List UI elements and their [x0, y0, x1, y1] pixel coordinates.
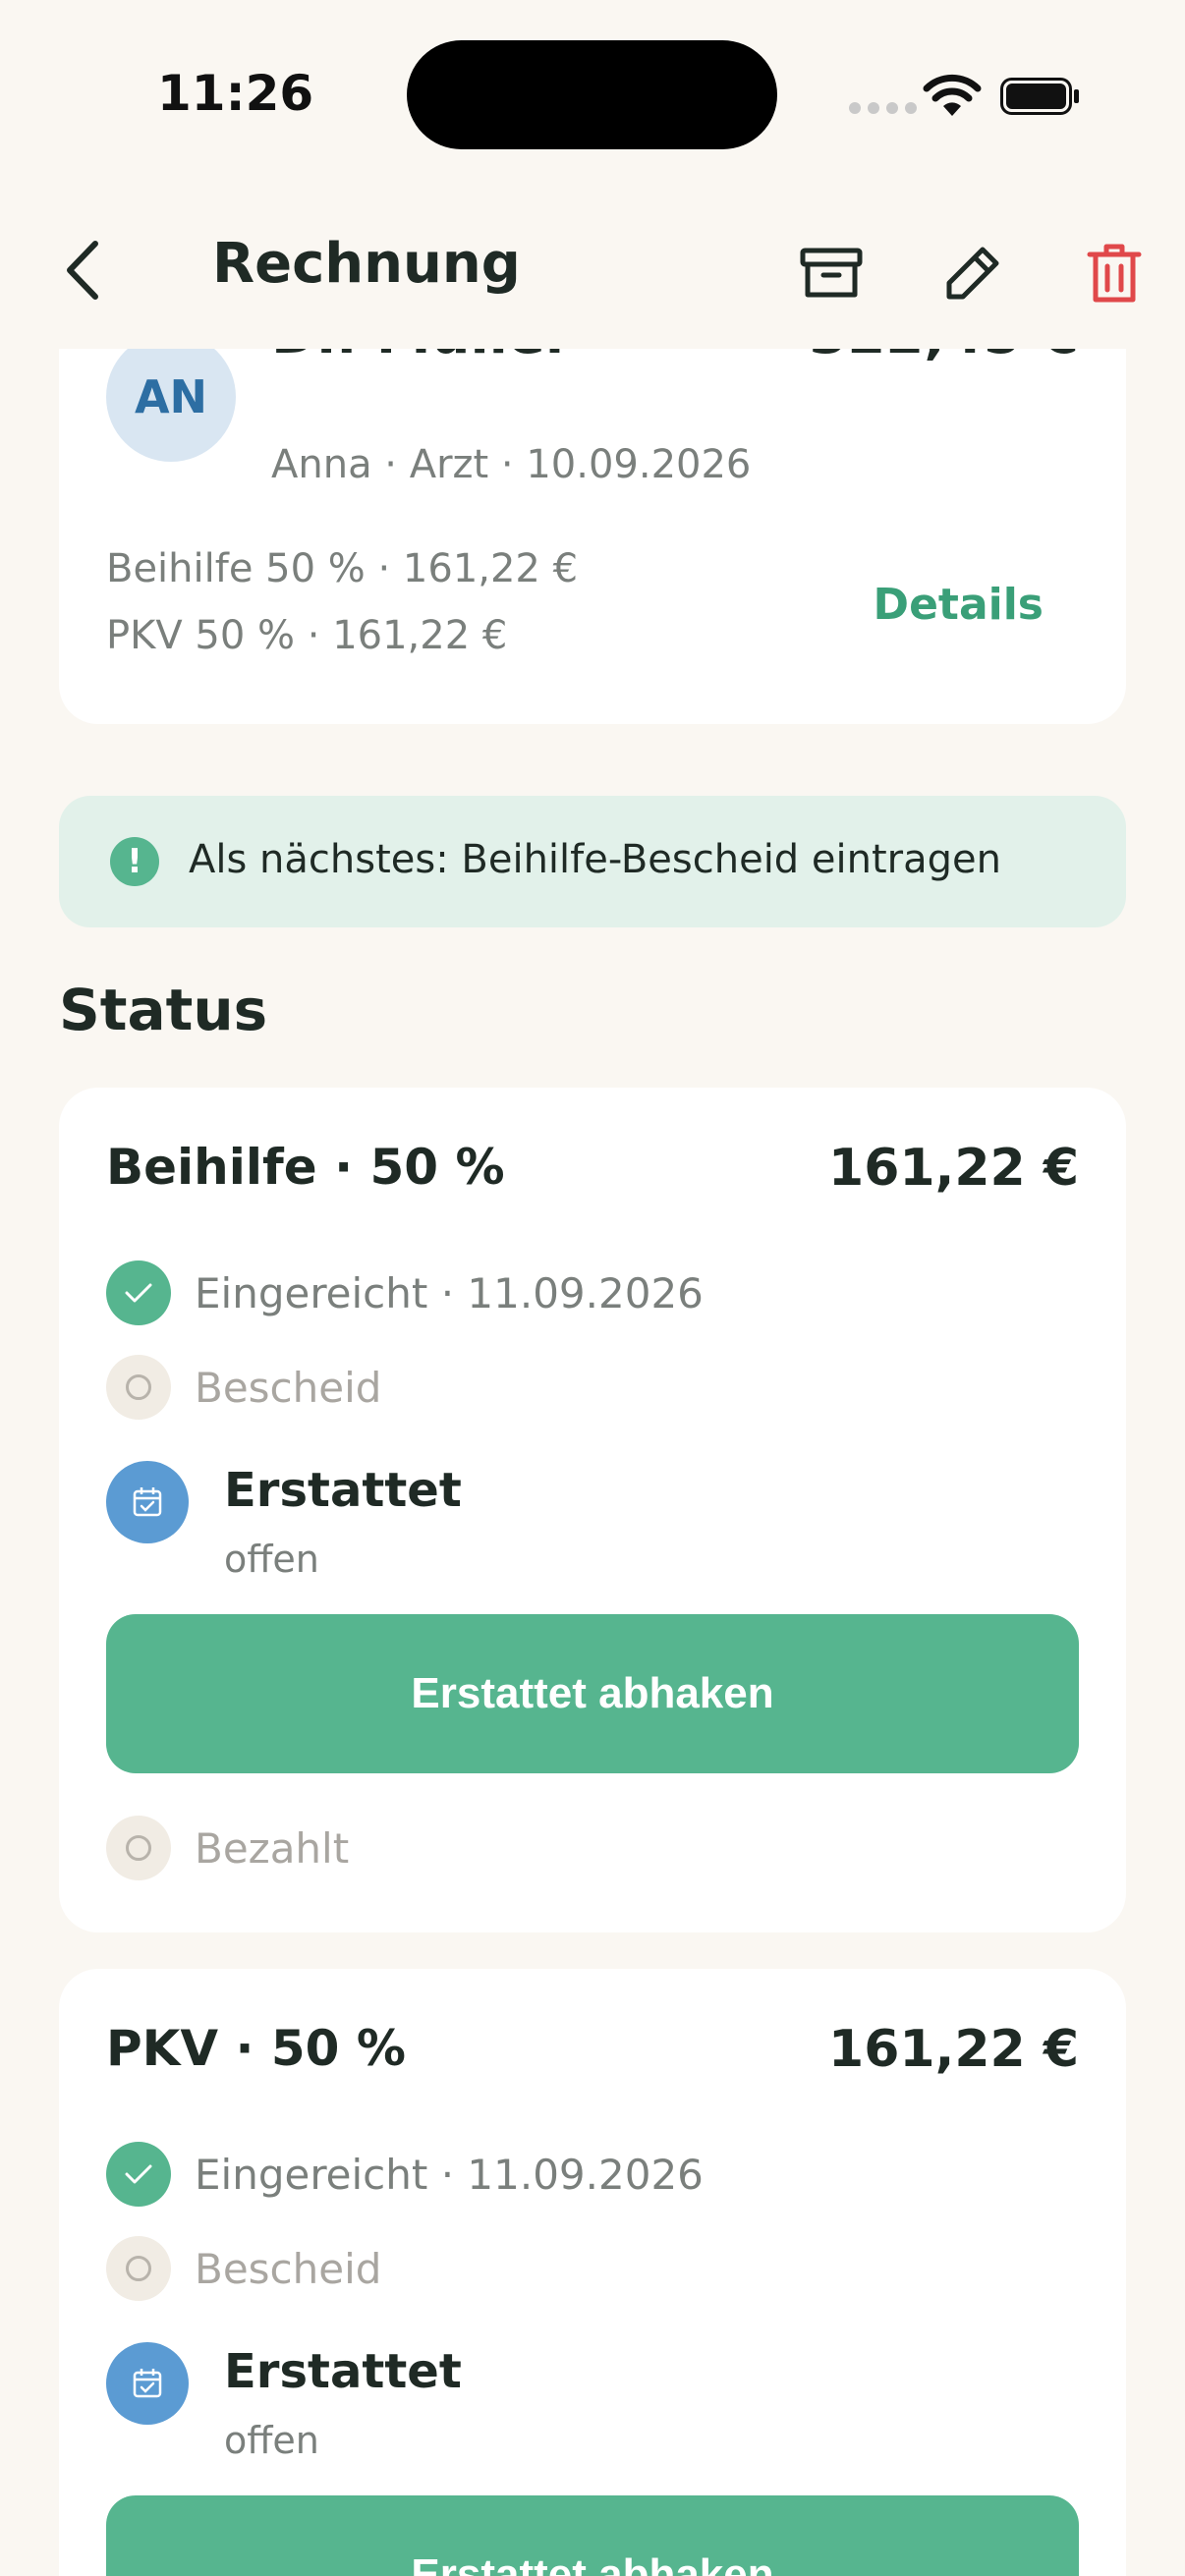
next-step-hint: ! Als nächstes: Beihilfe-Bescheid eintra… [59, 796, 1126, 927]
step-decision: Bescheid [106, 1355, 381, 1420]
exclamation-icon: ! [110, 837, 159, 886]
back-button[interactable] [54, 231, 109, 309]
party-title: PKV · 50 % [106, 2020, 406, 2077]
check-icon [106, 2142, 171, 2207]
invoice-card: AN Dr. Müller 322,45 € Anna · Arzt · 10.… [59, 295, 1126, 724]
avatar: AN [106, 332, 236, 462]
chevron-left-icon [67, 241, 98, 300]
clock: 11:26 [157, 65, 314, 122]
details-link[interactable]: Details [874, 580, 1044, 630]
cellular-signal-icon [849, 102, 917, 114]
step-submitted-label: Eingereicht · 11.09.2026 [195, 2150, 704, 2199]
party-amount: 161,22 € [828, 1139, 1079, 1198]
current-step-title: Erstattet [224, 1463, 462, 1518]
hint-text: Als nächstes: Beihilfe-Bescheid eintrage… [189, 837, 1001, 882]
split-beihilfe: Beihilfe 50 % · 161,22 € [106, 546, 579, 591]
check-icon [106, 1260, 171, 1325]
dynamic-island [407, 40, 777, 149]
invoice-meta: Anna · Arzt · 10.09.2026 [271, 442, 752, 487]
nav-bar: Rechnung [0, 187, 1185, 349]
edit-button[interactable] [933, 234, 1012, 312]
empty-circle-icon [106, 2236, 171, 2301]
step-decision-label: Bescheid [195, 1363, 382, 1412]
wifi-icon [923, 74, 982, 116]
archive-icon [800, 248, 863, 298]
step-paid: Bezahlt [106, 1816, 349, 1880]
delete-button[interactable] [1075, 234, 1154, 312]
trash-icon [1087, 244, 1142, 303]
archive-button[interactable] [792, 234, 871, 312]
split-pkv: PKV 50 % · 161,22 € [106, 613, 508, 658]
page-title: Rechnung [212, 232, 521, 296]
beihilfe-status-card: Beihilfe · 50 % 161,22 € Eingereicht · 1… [59, 1088, 1126, 1932]
step-paid-label: Bezahlt [195, 1823, 350, 1873]
step-submitted-label: Eingereicht · 11.09.2026 [195, 1268, 704, 1317]
current-step-title: Erstattet [224, 2344, 462, 2399]
empty-circle-icon [106, 1355, 171, 1420]
pencil-icon [946, 247, 999, 300]
status-section-title: Status [59, 977, 268, 1043]
current-step-status: offen [224, 1538, 319, 1581]
battery-icon [1000, 78, 1079, 115]
step-decision-label: Bescheid [195, 2244, 382, 2293]
party-amount: 161,22 € [828, 2020, 1079, 2079]
party-title: Beihilfe · 50 % [106, 1139, 505, 1196]
step-decision: Bescheid [106, 2236, 381, 2301]
empty-circle-icon [106, 1816, 171, 1880]
current-step-status: offen [224, 2419, 319, 2462]
scroll-content[interactable]: AN Dr. Müller 322,45 € Anna · Arzt · 10.… [0, 0, 1185, 2576]
calendar-check-icon [106, 1461, 189, 1543]
mark-refunded-button[interactable]: Erstattet abhaken [106, 2495, 1079, 2576]
pkv-status-card: PKV · 50 % 161,22 € Eingereicht · 11.09.… [59, 1969, 1126, 2576]
mark-refunded-button[interactable]: Erstattet abhaken [106, 1614, 1079, 1773]
calendar-check-icon [106, 2342, 189, 2425]
step-submitted: Eingereicht · 11.09.2026 [106, 1260, 704, 1325]
status-bar: 11:26 [0, 0, 1185, 187]
step-submitted: Eingereicht · 11.09.2026 [106, 2142, 704, 2207]
